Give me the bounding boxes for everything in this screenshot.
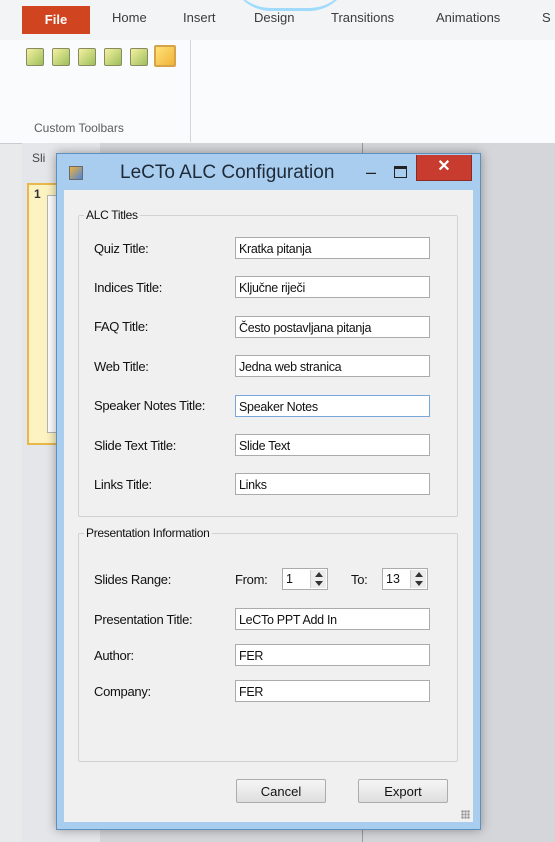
spin-up-icon[interactable] <box>315 572 323 577</box>
ribbon-tab-bar: File Home Insert Design Transitions Anim… <box>0 0 555 41</box>
to-spinner[interactable] <box>410 570 426 588</box>
minimize-button[interactable]: – <box>363 162 379 183</box>
links-title-label: Links Title: <box>94 477 152 492</box>
toolbar-icon-3[interactable] <box>78 48 96 66</box>
presentation-title-field[interactable]: LeCTo PPT Add In <box>235 608 430 630</box>
faq-title-label: FAQ Title: <box>94 319 149 334</box>
spin-down-icon[interactable] <box>415 581 423 586</box>
company-label: Company: <box>94 684 151 699</box>
maximize-button[interactable] <box>394 166 407 178</box>
indices-title-label: Indices Title: <box>94 280 163 295</box>
web-title-field[interactable]: Jedna web stranica <box>235 355 430 377</box>
slide-text-title-label: Slide Text Title: <box>94 438 177 453</box>
to-value: 13 <box>386 572 400 586</box>
toolbar-icon-6[interactable] <box>154 45 176 67</box>
tab-slide-show[interactable]: S <box>542 10 551 25</box>
dialog-client: ALC Titles Quiz Title: Kratka pitanja In… <box>64 190 473 822</box>
tab-insert[interactable]: Insert <box>183 10 216 25</box>
company-field[interactable]: FER <box>235 680 430 702</box>
from-label: From: <box>235 572 268 587</box>
spin-down-icon[interactable] <box>315 581 323 586</box>
tab-home[interactable]: Home <box>112 10 147 25</box>
tab-file[interactable]: File <box>22 6 90 34</box>
slides-range-label: Slides Range: <box>94 572 172 587</box>
author-label: Author: <box>94 648 134 663</box>
quiz-title-label: Quiz Title: <box>94 241 149 256</box>
ribbon: Custom Toolbars <box>0 40 555 144</box>
resize-grip-icon[interactable] <box>461 810 470 819</box>
tab-animations[interactable]: Animations <box>436 10 500 25</box>
spin-up-icon[interactable] <box>415 572 423 577</box>
app-icon <box>69 166 83 180</box>
tab-design[interactable]: Design <box>254 10 294 25</box>
group-label: Custom Toolbars <box>34 121 124 135</box>
presentation-info-legend: Presentation Information <box>84 526 212 540</box>
faq-title-field[interactable]: Često postavljana pitanja <box>235 316 430 338</box>
slides-tab[interactable]: Sli <box>32 151 45 165</box>
speaker-notes-title-label: Speaker Notes Title: <box>94 398 206 413</box>
links-title-field[interactable]: Links <box>235 473 430 495</box>
dialog-titlebar[interactable]: LeCTo ALC Configuration – ✕ <box>57 154 480 190</box>
custom-toolbars-group: Custom Toolbars <box>20 40 191 142</box>
from-spinner[interactable] <box>310 570 326 588</box>
quiz-title-field[interactable]: Kratka pitanja <box>235 237 430 259</box>
from-value: 1 <box>286 572 293 586</box>
to-stepper[interactable]: 13 <box>382 568 428 590</box>
close-button[interactable]: ✕ <box>416 155 472 181</box>
toolbar-icon-4[interactable] <box>104 48 122 66</box>
speaker-notes-title-field[interactable]: Speaker Notes <box>235 395 430 417</box>
indices-title-field[interactable]: Ključne riječi <box>235 276 430 298</box>
cancel-button[interactable]: Cancel <box>236 779 326 803</box>
toolbar-icon-2[interactable] <box>52 48 70 66</box>
to-label: To: <box>351 572 368 587</box>
alc-titles-legend: ALC Titles <box>84 208 140 222</box>
toolbar-icon-5[interactable] <box>130 48 148 66</box>
tab-transitions[interactable]: Transitions <box>331 10 394 25</box>
slide-number: 1 <box>34 187 41 201</box>
from-stepper[interactable]: 1 <box>282 568 328 590</box>
slide-text-title-field[interactable]: Slide Text <box>235 434 430 456</box>
author-field[interactable]: FER <box>235 644 430 666</box>
toolbar-icon-1[interactable] <box>26 48 44 66</box>
dialog-title: LeCTo ALC Configuration <box>120 162 335 183</box>
web-title-label: Web Title: <box>94 359 149 374</box>
config-dialog: LeCTo ALC Configuration – ✕ ALC Titles Q… <box>56 153 481 830</box>
export-button[interactable]: Export <box>358 779 448 803</box>
presentation-title-label: Presentation Title: <box>94 612 193 627</box>
